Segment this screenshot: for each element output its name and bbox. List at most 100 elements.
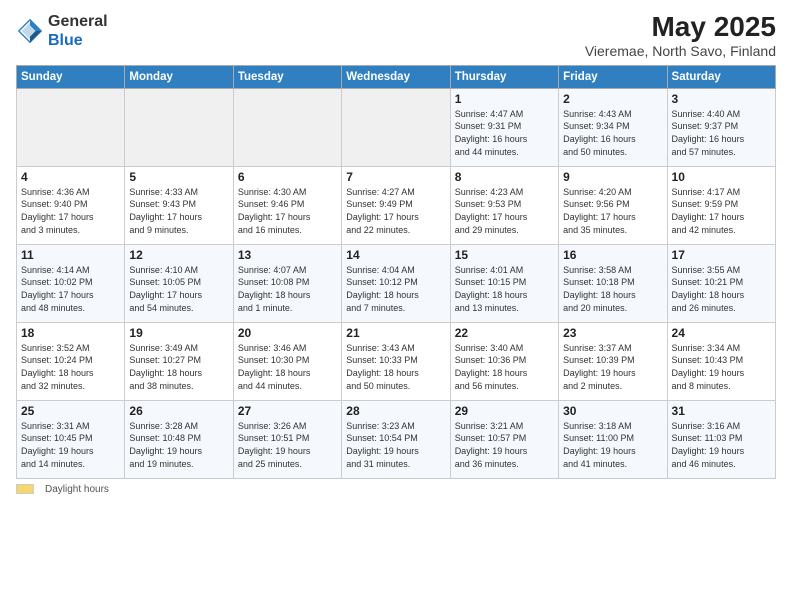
calendar-cell: 7 Sunrise: 4:27 AM Sunset: 9:49 PM Daylig… (342, 166, 450, 244)
calendar-cell: 31 Sunrise: 3:16 AM Sunset: 11:03 PM Dayl… (667, 400, 775, 478)
day-detail: Sunrise: 4:40 AM Sunset: 9:37 PM Dayligh… (672, 108, 771, 158)
day-number: 26 (129, 404, 228, 418)
day-number: 16 (563, 248, 662, 262)
day-number: 23 (563, 326, 662, 340)
day-detail: Sunrise: 3:52 AM Sunset: 10:24 PM Daylig… (21, 342, 120, 392)
day-number: 9 (563, 170, 662, 184)
day-number: 7 (346, 170, 445, 184)
day-detail: Sunrise: 3:31 AM Sunset: 10:45 PM Daylig… (21, 420, 120, 470)
col-monday: Monday (125, 65, 233, 88)
day-number: 8 (455, 170, 554, 184)
calendar-cell: 25 Sunrise: 3:31 AM Sunset: 10:45 PM Dayl… (17, 400, 125, 478)
footer: Daylight hours (16, 484, 776, 495)
day-detail: Sunrise: 3:46 AM Sunset: 10:30 PM Daylig… (238, 342, 337, 392)
day-number: 15 (455, 248, 554, 262)
day-number: 29 (455, 404, 554, 418)
calendar-cell: 5Sunrise: 4:33 AM Sunset: 9:43 PM Daylig… (125, 166, 233, 244)
day-number: 12 (129, 248, 228, 262)
calendar-cell: 9 Sunrise: 4:20 AM Sunset: 9:56 PM Daylig… (559, 166, 667, 244)
calendar-cell (233, 88, 341, 166)
day-number: 2 (563, 92, 662, 106)
logo-blue: Blue (48, 32, 83, 49)
day-number: 31 (672, 404, 771, 418)
day-number: 30 (563, 404, 662, 418)
calendar-cell: 21 Sunrise: 3:43 AM Sunset: 10:33 PM Dayl… (342, 322, 450, 400)
day-detail: Sunrise: 3:23 AM Sunset: 10:54 PM Daylig… (346, 420, 445, 470)
calendar-cell: 2 Sunrise: 4:43 AM Sunset: 9:34 PM Daylig… (559, 88, 667, 166)
day-number: 1 (455, 92, 554, 106)
calendar-cell: 24 Sunrise: 3:34 AM Sunset: 10:43 PM Dayl… (667, 322, 775, 400)
calendar-cell: 27 Sunrise: 3:26 AM Sunset: 10:51 PM Dayl… (233, 400, 341, 478)
logo-text: General Blue (48, 12, 108, 50)
calendar-cell: 10 Sunrise: 4:17 AM Sunset: 9:59 PM Dayli… (667, 166, 775, 244)
logo-icon (16, 17, 44, 45)
week-row-2: 11Sunrise: 4:14 AM Sunset: 10:02 PM Dayl… (17, 244, 776, 322)
day-detail: Sunrise: 3:21 AM Sunset: 10:57 PM Daylig… (455, 420, 554, 470)
calendar-subtitle: Vieremae, North Savo, Finland (585, 43, 776, 59)
calendar-cell: 3 Sunrise: 4:40 AM Sunset: 9:37 PM Daylig… (667, 88, 775, 166)
calendar-cell: 20Sunrise: 3:46 AM Sunset: 10:30 PM Dayl… (233, 322, 341, 400)
week-row-0: 1 Sunrise: 4:47 AM Sunset: 9:31 PM Daylig… (17, 88, 776, 166)
day-detail: Sunrise: 4:36 AM Sunset: 9:40 PM Dayligh… (21, 186, 120, 236)
calendar-cell: 30 Sunrise: 3:18 AM Sunset: 11:00 PM Dayl… (559, 400, 667, 478)
day-number: 19 (129, 326, 228, 340)
week-row-4: 25 Sunrise: 3:31 AM Sunset: 10:45 PM Dayl… (17, 400, 776, 478)
calendar-cell: 12Sunrise: 4:10 AM Sunset: 10:05 PM Dayl… (125, 244, 233, 322)
day-number: 28 (346, 404, 445, 418)
day-detail: Sunrise: 4:43 AM Sunset: 9:34 PM Dayligh… (563, 108, 662, 158)
day-detail: Sunrise: 3:49 AM Sunset: 10:27 PM Daylig… (129, 342, 228, 392)
calendar-cell (17, 88, 125, 166)
day-detail: Sunrise: 4:20 AM Sunset: 9:56 PM Dayligh… (563, 186, 662, 236)
calendar-cell: 28 Sunrise: 3:23 AM Sunset: 10:54 PM Dayl… (342, 400, 450, 478)
day-detail: Sunrise: 3:43 AM Sunset: 10:33 PM Daylig… (346, 342, 445, 392)
title-block: May 2025 Vieremae, North Savo, Finland (585, 12, 776, 59)
day-number: 21 (346, 326, 445, 340)
day-number: 24 (672, 326, 771, 340)
week-row-3: 18 Sunrise: 3:52 AM Sunset: 10:24 PM Dayl… (17, 322, 776, 400)
calendar-cell: 6Sunrise: 4:30 AM Sunset: 9:46 PM Daylig… (233, 166, 341, 244)
day-number: 13 (238, 248, 337, 262)
day-detail: Sunrise: 3:34 AM Sunset: 10:43 PM Daylig… (672, 342, 771, 392)
day-detail: Sunrise: 3:16 AM Sunset: 11:03 PM Daylig… (672, 420, 771, 470)
day-number: 10 (672, 170, 771, 184)
day-number: 3 (672, 92, 771, 106)
calendar-cell: 16 Sunrise: 3:58 AM Sunset: 10:18 PM Dayl… (559, 244, 667, 322)
page: General Blue May 2025 Vieremae, North Sa… (0, 0, 792, 505)
day-number: 17 (672, 248, 771, 262)
day-number: 4 (21, 170, 120, 184)
day-detail: Sunrise: 3:26 AM Sunset: 10:51 PM Daylig… (238, 420, 337, 470)
day-detail: Sunrise: 3:55 AM Sunset: 10:21 PM Daylig… (672, 264, 771, 314)
day-number: 27 (238, 404, 337, 418)
calendar-cell: 8 Sunrise: 4:23 AM Sunset: 9:53 PM Daylig… (450, 166, 558, 244)
day-detail: Sunrise: 4:47 AM Sunset: 9:31 PM Dayligh… (455, 108, 554, 158)
week-row-1: 4 Sunrise: 4:36 AM Sunset: 9:40 PM Daylig… (17, 166, 776, 244)
day-detail: Sunrise: 4:07 AM Sunset: 10:08 PM Daylig… (238, 264, 337, 314)
day-detail: Sunrise: 3:58 AM Sunset: 10:18 PM Daylig… (563, 264, 662, 314)
day-detail: Sunrise: 4:27 AM Sunset: 9:49 PM Dayligh… (346, 186, 445, 236)
day-detail: Sunrise: 3:28 AM Sunset: 10:48 PM Daylig… (129, 420, 228, 470)
col-friday: Friday (559, 65, 667, 88)
day-detail: Sunrise: 3:18 AM Sunset: 11:00 PM Daylig… (563, 420, 662, 470)
col-wednesday: Wednesday (342, 65, 450, 88)
calendar-cell: 22Sunrise: 3:40 AM Sunset: 10:36 PM Dayl… (450, 322, 558, 400)
day-number: 11 (21, 248, 120, 262)
day-number: 22 (455, 326, 554, 340)
calendar-cell: 29 Sunrise: 3:21 AM Sunset: 10:57 PM Dayl… (450, 400, 558, 478)
day-detail: Sunrise: 3:37 AM Sunset: 10:39 PM Daylig… (563, 342, 662, 392)
day-detail: Sunrise: 4:23 AM Sunset: 9:53 PM Dayligh… (455, 186, 554, 236)
calendar-cell: 1 Sunrise: 4:47 AM Sunset: 9:31 PM Daylig… (450, 88, 558, 166)
col-tuesday: Tuesday (233, 65, 341, 88)
calendar-title: May 2025 (585, 12, 776, 43)
day-number: 25 (21, 404, 120, 418)
day-detail: Sunrise: 4:17 AM Sunset: 9:59 PM Dayligh… (672, 186, 771, 236)
calendar-table: SundayMondayTuesdayWednesdayThursdayFrid… (16, 65, 776, 479)
col-thursday: Thursday (450, 65, 558, 88)
daylight-bar-icon (16, 484, 34, 494)
calendar-cell: 15Sunrise: 4:01 AM Sunset: 10:15 PM Dayl… (450, 244, 558, 322)
day-number: 6 (238, 170, 337, 184)
calendar-cell: 11Sunrise: 4:14 AM Sunset: 10:02 PM Dayl… (17, 244, 125, 322)
day-detail: Sunrise: 4:04 AM Sunset: 10:12 PM Daylig… (346, 264, 445, 314)
day-number: 18 (21, 326, 120, 340)
calendar-cell (342, 88, 450, 166)
logo: General Blue (16, 12, 108, 50)
